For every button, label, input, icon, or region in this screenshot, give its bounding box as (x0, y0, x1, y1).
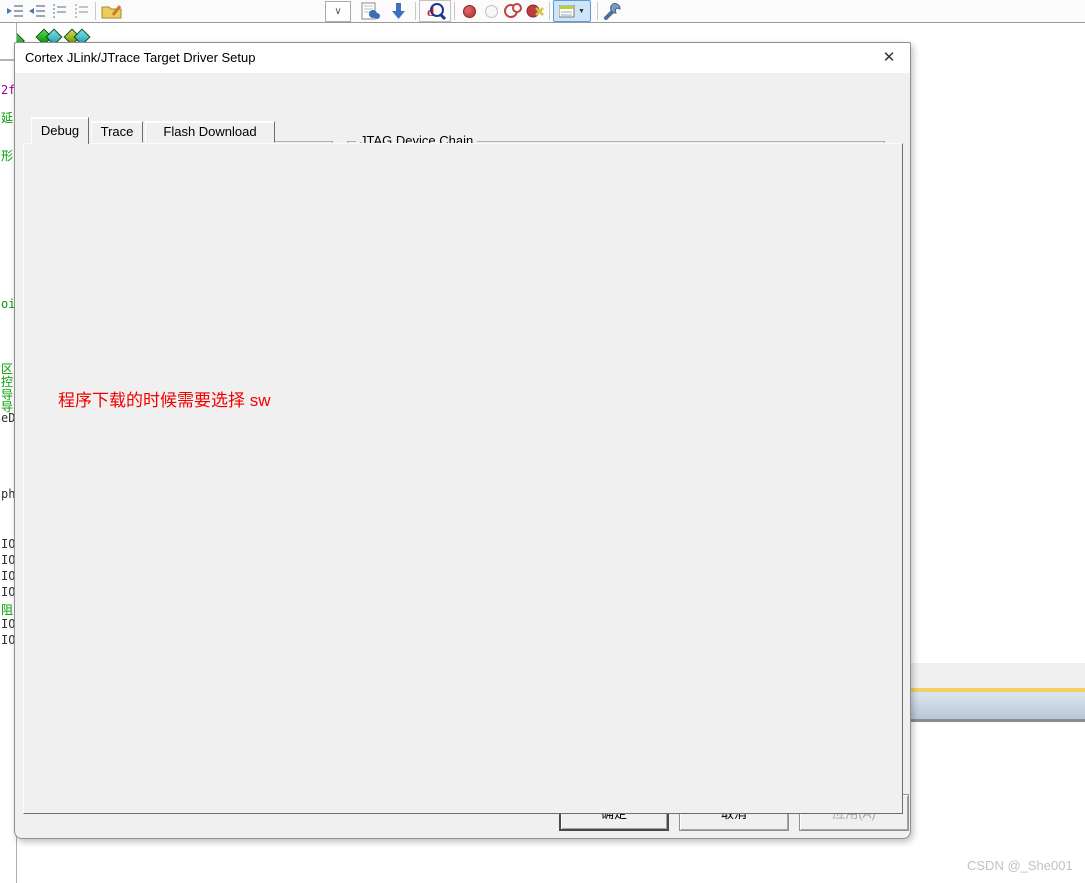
tabify-icon[interactable] (48, 2, 70, 20)
find-in-files-icon[interactable] (359, 2, 381, 20)
toolbar-separator (549, 2, 550, 20)
code-fragment: 形 (1, 149, 14, 163)
dialog-body: Debug Trace Flash Download J-Link / J-Tr… (15, 73, 910, 838)
target-driver-setup-dialog: Cortex JLink/JTrace Target Driver Setup … (14, 42, 911, 839)
indent-icon[interactable] (4, 2, 26, 20)
background-panel-divider (906, 719, 1085, 722)
chevron-down-icon: ▼ (578, 7, 585, 15)
kill-all-breakpoints-icon[interactable] (502, 2, 524, 20)
edit-folder-icon[interactable] (99, 2, 125, 20)
configure-wrench-icon[interactable] (601, 2, 623, 20)
tab-flash-download[interactable]: Flash Download (145, 121, 275, 143)
toolbar-separator (597, 2, 598, 20)
clear-breakpoints-icon[interactable] (524, 2, 546, 20)
code-fragment: 阻 (1, 603, 14, 617)
toolbar-separator (415, 2, 416, 20)
view-routine-magnifier-icon[interactable]: d (419, 0, 451, 22)
chevron-down-icon: ∨ (334, 5, 342, 17)
outdent-icon[interactable] (26, 2, 48, 20)
code-fragment: 延 (1, 111, 14, 125)
toolbar-separator (454, 2, 455, 20)
background-panel (906, 692, 1085, 719)
toolbar-combo-chevron[interactable]: ∨ (325, 0, 351, 22)
background-panel (906, 663, 1085, 688)
tab-trace[interactable]: Trace (91, 121, 143, 143)
window-list-button[interactable]: ▼ (553, 0, 591, 22)
goto-arrow-icon[interactable] (387, 2, 409, 20)
background-toolbar: ∨ d ▼ (0, 0, 1085, 23)
annotation-text: 程序下载的时候需要选择 sw (58, 391, 271, 410)
tab-debug[interactable]: Debug (31, 117, 89, 144)
dialog-title: Cortex JLink/JTrace Target Driver Setup (25, 50, 256, 65)
breakpoint-icon[interactable] (458, 2, 480, 20)
breakpoint-disabled-icon[interactable] (480, 2, 502, 20)
watermark: CSDN @_She001 (967, 858, 1073, 873)
untabify-icon[interactable] (70, 2, 92, 20)
debug-tab-panel (23, 143, 903, 814)
close-icon[interactable]: ✕ (880, 49, 898, 67)
toolbar-separator (95, 2, 96, 20)
